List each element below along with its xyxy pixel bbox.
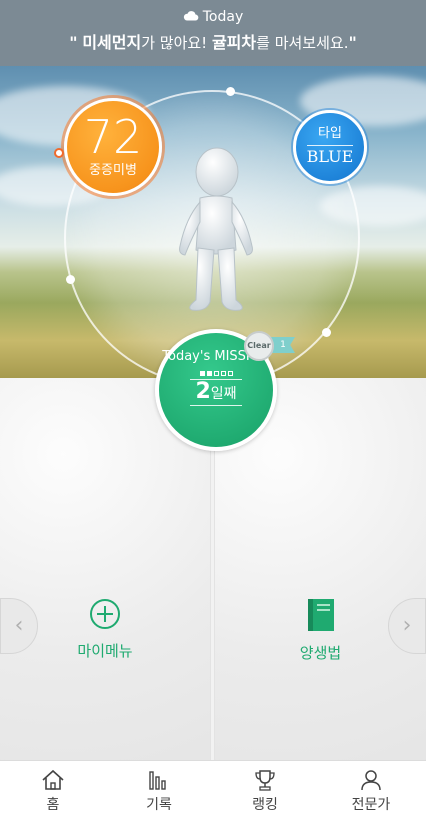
weather-row: Today	[0, 9, 426, 25]
avatar-figure-icon[interactable]	[170, 142, 262, 318]
quote-open: "	[69, 33, 78, 52]
mission-progress-dot	[206, 371, 212, 376]
home-icon	[42, 769, 64, 790]
mission-day-suffix: 일째	[210, 386, 237, 402]
ring-dot	[66, 275, 75, 284]
nav-records[interactable]: 기록	[106, 769, 212, 814]
clear-badge[interactable]: Clear	[244, 331, 274, 361]
ring-dot	[226, 87, 235, 96]
banner-text-1: 가 많아요!	[141, 34, 212, 52]
type-label: 타입	[318, 126, 342, 141]
nav-records-label: 기록	[146, 797, 172, 813]
mission-progress-dots	[159, 367, 273, 376]
banner-highlight-dust: 미세먼지	[82, 33, 142, 52]
cloud-icon	[183, 9, 199, 25]
top-banner: Today " 미세먼지가 많아요! 귤피차를 마셔보세요."	[0, 0, 426, 66]
mission-day: 2일째	[159, 379, 273, 404]
score-value: 72	[83, 110, 143, 164]
health-score[interactable]: 72 중증미병	[64, 98, 162, 196]
book-icon	[307, 599, 334, 631]
mission-progress-dot	[220, 371, 226, 376]
mission-progress-dot	[199, 371, 205, 376]
nav-ranking-label: 랭킹	[252, 797, 278, 813]
score-indicator-dot	[54, 148, 64, 158]
person-icon	[361, 770, 381, 791]
banner-text-2: 를 마셔보세요.	[256, 34, 349, 52]
type-value: BLUE	[306, 147, 354, 166]
banner-message: " 미세먼지가 많아요! 귤피차를 마셔보세요."	[0, 33, 426, 53]
score-label: 중증미병	[89, 163, 137, 178]
bottom-nav: 홈 기록 랭킹 전문가	[0, 760, 426, 825]
nav-expert-label: 전문가	[351, 797, 391, 813]
weather-label: Today	[202, 9, 244, 25]
chart-bars-icon	[149, 771, 166, 790]
mission-day-number: 2	[195, 379, 211, 404]
regimen-label: 양생법	[299, 644, 342, 662]
nav-expert[interactable]: 전문가	[318, 769, 424, 814]
trophy-icon	[255, 770, 275, 791]
ring-dot	[322, 328, 331, 337]
plus-circle-icon	[90, 599, 120, 629]
nav-ranking[interactable]: 랭킹	[212, 769, 318, 814]
mission-divider	[190, 405, 242, 406]
type-badge[interactable]: 타입 BLUE	[293, 110, 367, 184]
type-divider	[307, 145, 353, 146]
nav-home-label: 홈	[46, 797, 60, 813]
mission-progress-dot	[227, 371, 233, 376]
banner-highlight-tea: 귤피차	[211, 33, 257, 52]
nav-home[interactable]: 홈	[0, 769, 106, 814]
quote-close: "	[348, 33, 357, 52]
mission-progress-dot	[213, 371, 219, 376]
